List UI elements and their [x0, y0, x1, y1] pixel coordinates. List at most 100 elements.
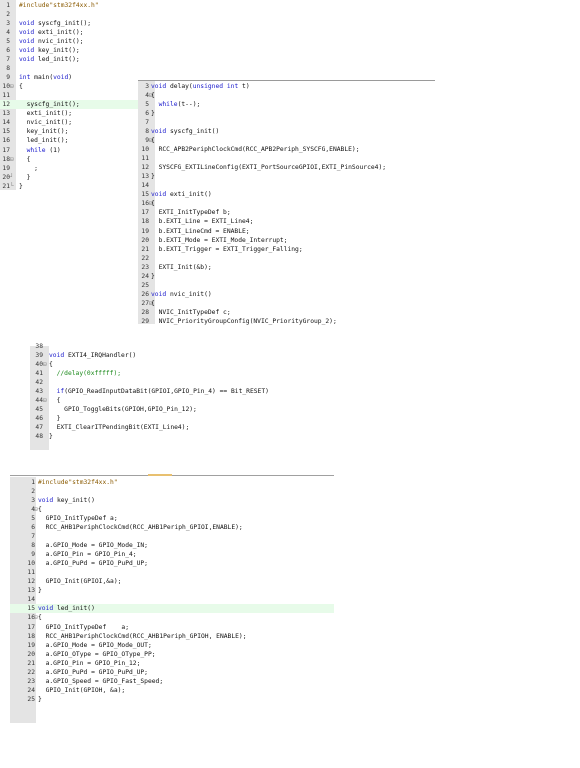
code-line[interactable]: 27 ⊟{ — [138, 299, 435, 308]
code-line[interactable]: 8 — [0, 64, 138, 73]
active-tab-indicator — [148, 474, 172, 476]
code-line[interactable]: 8 a.GPIO_Mode = GPIO_Mode_IN; — [10, 541, 334, 550]
code-line[interactable]: 13 exti_init(); — [0, 109, 138, 118]
code-line[interactable]: 21 a.GPIO_Pin = GPIO_Pin_12; — [10, 659, 334, 668]
code-line[interactable]: 44 ⊟ { — [30, 396, 330, 405]
code-line[interactable]: 39 void EXTI4_IRQHandler() — [30, 351, 330, 360]
code-line[interactable]: 14 — [138, 181, 435, 190]
code-line[interactable]: 23 a.GPIO_Speed = GPIO_Fast_Speed; — [10, 677, 334, 686]
code-text: void key_init(); — [19, 47, 80, 55]
code-line[interactable]: 11 — [10, 568, 334, 577]
fold-toggle-icon[interactable]: ⊟ — [10, 155, 14, 164]
code-line[interactable]: 4 ⊟{ — [10, 505, 334, 514]
line-number: 13 — [2, 110, 10, 118]
code-line[interactable]: 23 EXTI_Init(&b); — [138, 263, 435, 272]
code-line[interactable]: 15 void exti_init() — [138, 190, 435, 199]
code-line[interactable]: 3 void key_init() — [10, 496, 334, 505]
code-line[interactable]: 3 void delay(unsigned int t) — [138, 82, 435, 91]
code-line[interactable]: 1 #include"stm32f4xx.h" — [0, 1, 138, 10]
code-line[interactable]: 38 — [30, 342, 330, 351]
fold-toggle-icon[interactable]: ┘ — [10, 173, 14, 182]
code-line[interactable]: 20 a.GPIO_OType = GPIO_OType_PP; — [10, 650, 334, 659]
editor-pane-functions[interactable]: 3 void delay(unsigned int t) 4 ⊟{5 while(t-… — [138, 81, 435, 326]
code-line[interactable]: 4 ⊟{ — [138, 91, 435, 100]
code-line[interactable]: 5 while(t--); — [138, 100, 435, 109]
line-number: 12 — [2, 101, 10, 109]
code-line[interactable]: 4 void exti_init(); — [0, 28, 138, 37]
code-line[interactable]: 21 b.EXTI_Trigger = EXTI_Trigger_Falling… — [138, 245, 435, 254]
code-line[interactable]: 26 void nvic_init() — [138, 290, 435, 299]
code-line[interactable]: 17 EXTI_InitTypeDef b; — [138, 208, 435, 217]
code-line[interactable]: 9 a.GPIO_Pin = GPIO_Pin_4; — [10, 550, 334, 559]
code-line[interactable]: 11 — [0, 91, 138, 100]
code-line[interactable]: 29 NVIC_PriorityGroupConfig(NVIC_Priorit… — [138, 317, 435, 326]
code-line[interactable]: 16 ⊟{ — [138, 199, 435, 208]
code-line[interactable]: 48} — [30, 432, 330, 441]
code-line[interactable]: 7 — [10, 532, 334, 541]
code-line[interactable]: 13} — [10, 586, 334, 595]
code-line[interactable]: 6 void key_init(); — [0, 46, 138, 55]
line-number: 6 — [31, 524, 35, 532]
code-line[interactable]: 19 b.EXTI_LineCmd = ENABLE; — [138, 227, 435, 236]
code-line[interactable]: 15 key_init(); — [0, 127, 138, 136]
code-line[interactable]: 25} — [10, 695, 334, 704]
fold-toggle-icon[interactable]: ⊟ — [43, 396, 47, 405]
code-line[interactable]: 28 NVIC_InitTypeDef c; — [138, 308, 435, 317]
code-line[interactable]: 5 GPIO_InitTypeDef a; — [10, 514, 334, 523]
code-line[interactable]: 2 — [0, 10, 138, 19]
editor-pane-main[interactable]: 1 #include"stm32f4xx.h" 2 3 void syscfg_init… — [0, 0, 138, 190]
code-line[interactable]: 46 } — [30, 414, 330, 423]
code-line[interactable]: 18 ⊟ { — [0, 155, 138, 164]
code-line[interactable]: 22 — [138, 254, 435, 263]
code-line[interactable]: 25 — [138, 281, 435, 290]
code-line[interactable]: 12 syscfg_init(); — [0, 100, 138, 110]
code-line[interactable]: 1 #include"stm32f4xx.h" — [10, 478, 334, 487]
code-line[interactable]: 42 — [30, 378, 330, 387]
code-line[interactable]: 7 — [138, 118, 435, 127]
code-line[interactable]: 8 void syscfg_init() — [138, 127, 435, 136]
code-line[interactable]: 17 GPIO_InitTypeDef a; — [10, 623, 334, 632]
code-line[interactable]: 16 ⊟{ — [10, 613, 334, 622]
code-line[interactable]: 41 //delay(0xfffff); — [30, 369, 330, 378]
code-line[interactable]: 6} — [138, 109, 435, 118]
code-line[interactable]: 14 — [10, 595, 334, 604]
code-line[interactable]: 7 void led_init(); — [0, 55, 138, 64]
line-number: 10 — [2, 83, 10, 91]
code-line[interactable]: 16 led_init(); — [0, 136, 138, 145]
editor-pane-irq-handler[interactable]: 38 39 void EXTI4_IRQHandler() 40 ⊟{41 //dela… — [30, 343, 330, 450]
code-line[interactable]: 20 ┘ } — [0, 173, 138, 182]
code-line[interactable]: 17 while (1) — [0, 146, 138, 155]
code-line[interactable]: 47 EXTI_ClearITPendingBit(EXTI_Line4); — [30, 423, 330, 432]
code-line[interactable]: 19 a.GPIO_Mode = GPIO_Mode_OUT; — [10, 641, 334, 650]
code-line[interactable]: 10 RCC_APB2PeriphClockCmd(RCC_APB2Periph… — [138, 145, 435, 154]
code-line[interactable]: 40 ⊟{ — [30, 360, 330, 369]
code-line[interactable]: 9 ⊟{ — [138, 136, 435, 145]
fold-toggle-icon[interactable]: ⊟ — [43, 360, 47, 369]
code-line[interactable]: 3 void syscfg_init(); — [0, 19, 138, 28]
code-line[interactable]: 13} — [138, 172, 435, 181]
code-line[interactable]: 9 int main(void) — [0, 73, 138, 82]
code-line[interactable]: 10 ⊟ { — [0, 82, 138, 91]
code-line[interactable]: 18 RCC_AHB1PeriphClockCmd(RCC_AHB1Periph… — [10, 632, 334, 641]
code-line[interactable]: 12 SYSCFG_EXTILineConfig(EXTI_PortSource… — [138, 163, 435, 172]
code-line[interactable]: 10 a.GPIO_PuPd = GPIO_PuPd_UP; — [10, 559, 334, 568]
code-line[interactable]: 19 ; — [0, 164, 138, 173]
editor-pane-gpio[interactable]: 1 #include"stm32f4xx.h" 2 3 void key_init() 4… — [10, 477, 334, 723]
code-line[interactable]: 43 if(GPIO_ReadInputDataBit(GPIOI,GPIO_P… — [30, 387, 330, 396]
code-line[interactable]: 12 GPIO_Init(GPIOI,&a); — [10, 577, 334, 586]
code-line[interactable]: 22 a.GPIO_PuPd = GPIO_PuPd_UP; — [10, 668, 334, 677]
fold-toggle-icon[interactable]: ⊟ — [10, 82, 14, 91]
code-line[interactable]: 5 void nvic_init(); — [0, 37, 138, 46]
code-line[interactable]: 18 b.EXTI_Line = EXTI_Line4; — [138, 217, 435, 226]
fold-toggle-icon[interactable]: └ — [10, 182, 14, 191]
code-line[interactable]: 6 RCC_AHB1PeriphClockCmd(RCC_AHB1Periph_… — [10, 523, 334, 532]
code-line[interactable]: 14 nvic_init(); — [0, 118, 138, 127]
code-line[interactable]: 24 GPIO_Init(GPIOH, &a); — [10, 686, 334, 695]
code-line[interactable]: 21 └} — [0, 182, 138, 191]
code-line[interactable]: 20 b.EXTI_Mode = EXTI_Mode_Interrupt; — [138, 236, 435, 245]
code-line[interactable]: 15 void led_init() — [10, 604, 334, 614]
code-line[interactable]: 2 — [10, 487, 334, 496]
code-line[interactable]: 24} — [138, 272, 435, 281]
code-line[interactable]: 45 GPIO_ToggleBits(GPIOH,GPIO_Pin_12); — [30, 405, 330, 414]
code-line[interactable]: 11 — [138, 154, 435, 163]
